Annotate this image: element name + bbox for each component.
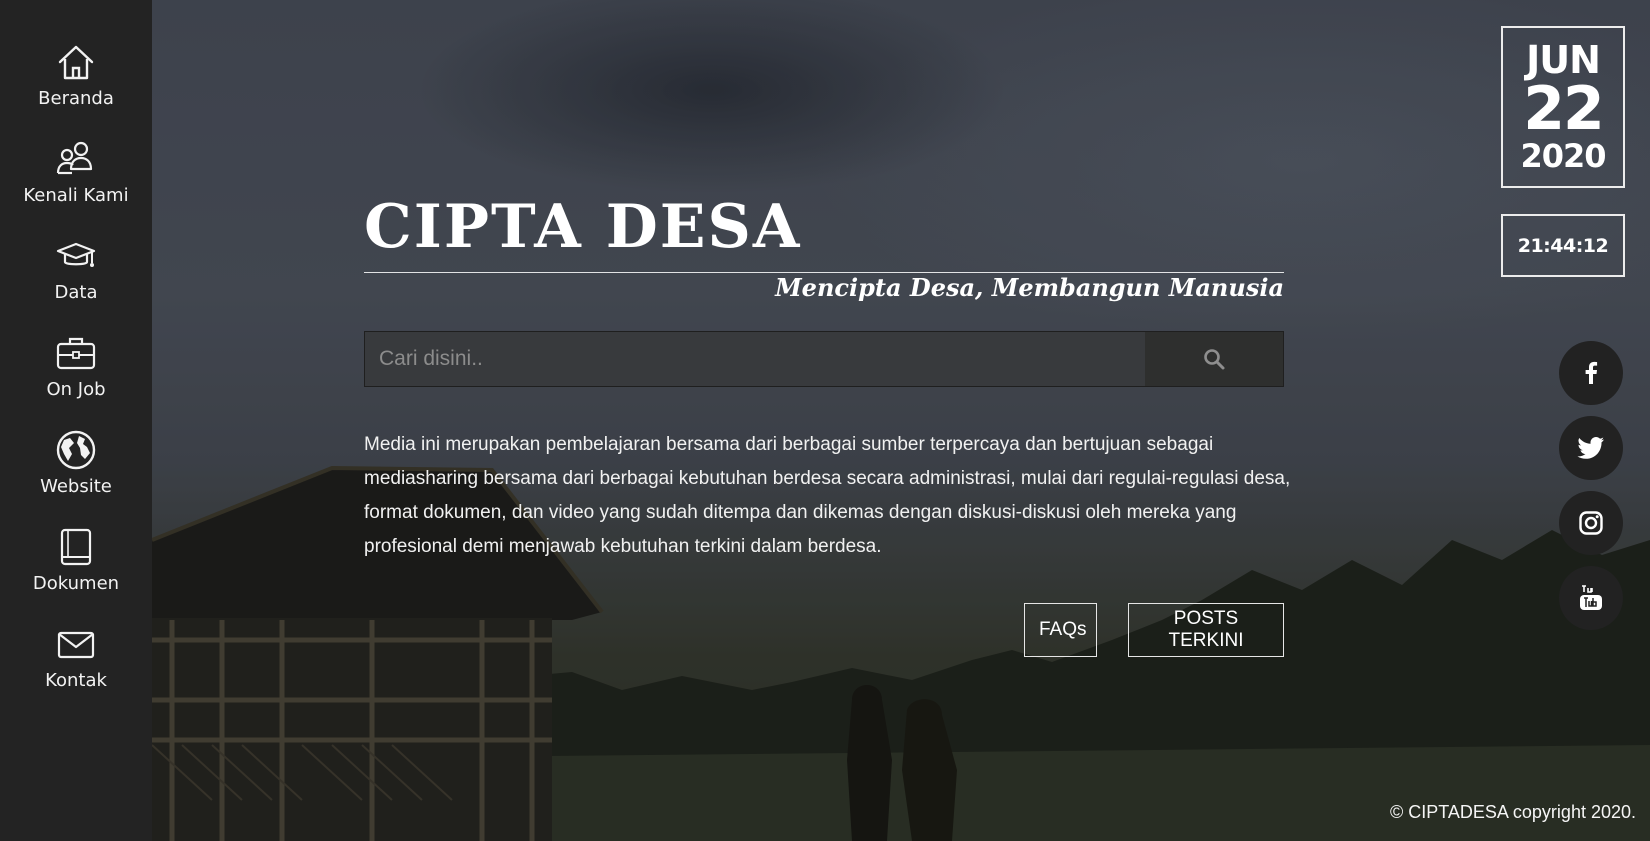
sidebar-item-data[interactable]: Data	[0, 234, 152, 320]
date-day: 22	[1523, 74, 1604, 144]
twitter-icon	[1577, 437, 1604, 459]
site-description: Media ini merupakan pembelajaran bersama…	[364, 434, 1291, 557]
hero-background-image	[152, 0, 1650, 841]
users-icon	[56, 141, 93, 175]
graduation-cap-icon	[56, 242, 96, 267]
posts-terkini-button[interactable]: POSTS TERKINI	[1128, 603, 1284, 657]
date-year: 2020	[1520, 137, 1606, 175]
youtube-link[interactable]	[1559, 566, 1623, 630]
search-form	[364, 331, 1284, 387]
instagram-link[interactable]	[1559, 491, 1623, 555]
search-input[interactable]	[365, 332, 1145, 386]
search-button[interactable]	[1145, 332, 1283, 386]
sidebar-item-website[interactable]: Website	[0, 428, 152, 514]
sidebar-item-dokumen[interactable]: Dokumen	[0, 525, 152, 611]
facebook-link[interactable]	[1559, 341, 1623, 405]
briefcase-icon	[56, 337, 96, 370]
site-title: CIPTA DESA	[364, 192, 802, 262]
site-tagline: Mencipta Desa, Membangun Manusia	[775, 273, 1284, 302]
globe-icon	[56, 430, 96, 470]
sidebar-item-label: Website	[40, 476, 112, 497]
footer-copyright: © CIPTADESA copyright 2020.	[1389, 802, 1636, 822]
youtube-icon	[1580, 585, 1602, 610]
faq-button[interactable]: FAQs	[1024, 603, 1097, 657]
sidebar-item-label: Kontak	[45, 670, 107, 691]
sidebar: Beranda Kenali Kami Data On Job Website …	[0, 0, 152, 841]
sidebar-item-label: Beranda	[38, 88, 114, 109]
sidebar-item-label: Data	[54, 282, 98, 303]
sidebar-item-on-job[interactable]: On Job	[0, 331, 152, 417]
sidebar-item-kenali-kami[interactable]: Kenali Kami	[0, 137, 152, 223]
twitter-link[interactable]	[1559, 416, 1623, 480]
search-icon	[1204, 349, 1225, 370]
sidebar-item-label: Dokumen	[32, 573, 120, 594]
date-widget: JUN 22 2020	[1501, 26, 1625, 188]
sidebar-item-beranda[interactable]: Beranda	[0, 40, 152, 126]
sidebar-item-label: On Job	[46, 379, 106, 400]
home-icon	[58, 45, 94, 80]
book-icon	[60, 528, 92, 566]
facebook-icon	[1585, 361, 1598, 384]
instagram-icon	[1579, 511, 1603, 535]
sidebar-item-kontak[interactable]: Kontak	[0, 622, 152, 708]
envelope-icon	[57, 631, 95, 659]
sidebar-item-label: Kenali Kami	[23, 185, 129, 206]
clock-widget: 21:44:12	[1501, 214, 1625, 277]
